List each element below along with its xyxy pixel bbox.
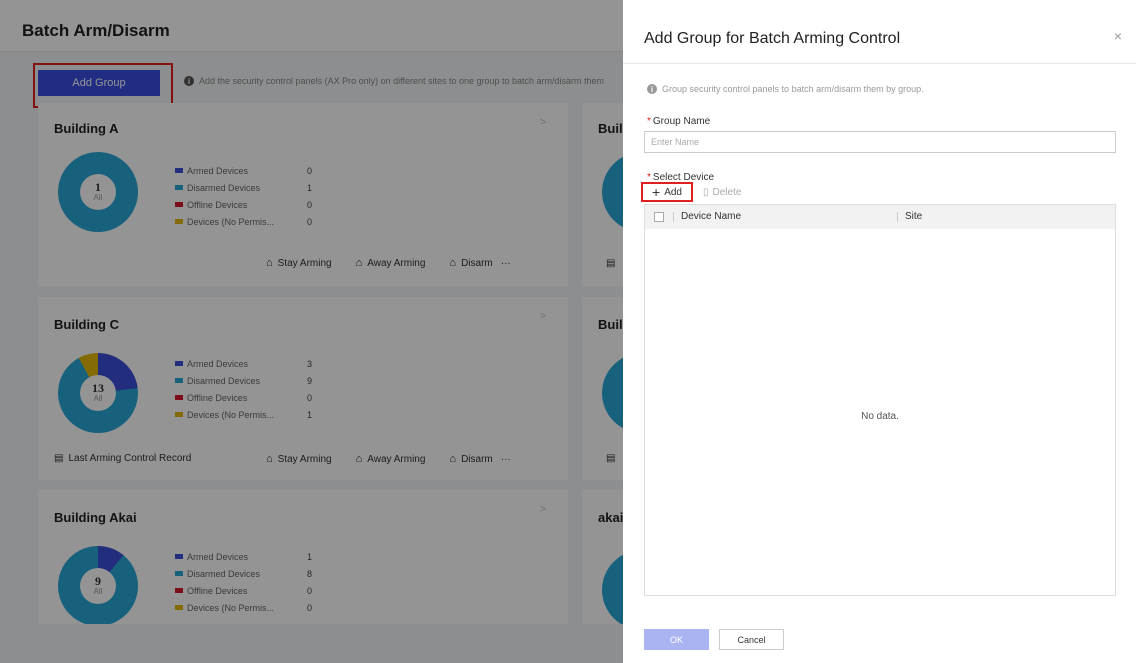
column-device-name[interactable]: Device Name [681,211,741,222]
modal-overlay[interactable] [0,0,623,663]
cancel-button[interactable]: Cancel [719,629,784,650]
ok-button[interactable]: OK [644,629,709,650]
column-separator [897,212,898,222]
group-name-label: * Group Name [647,116,710,127]
drawer-hint-text: Group security control panels to batch a… [662,84,924,94]
device-toolbar: + Add ▯ Delete [641,182,741,202]
delete-device-button[interactable]: ▯ Delete [703,187,741,198]
plus-icon: + [652,184,661,200]
add-device-label: Add [664,186,682,198]
add-group-drawer: Add Group for Batch Arming Control × i G… [623,0,1136,663]
table-header: Device Name Site [645,205,1115,229]
group-name-input[interactable] [644,131,1116,153]
select-all-checkbox[interactable] [654,212,664,222]
column-separator [673,212,674,222]
drawer-title: Add Group for Batch Arming Control [644,30,901,47]
group-name-label-text: Group Name [652,116,711,127]
trash-icon: ▯ [703,186,709,198]
delete-device-label: Delete [712,186,742,198]
required-mark: * [647,116,651,127]
info-icon: i [647,84,657,94]
device-table: Device Name Site No data. [644,204,1116,596]
empty-state: No data. [861,411,899,422]
column-site[interactable]: Site [905,211,922,222]
close-icon[interactable]: × [1114,28,1122,44]
drawer-hint: i Group security control panels to batch… [647,84,924,94]
add-device-button[interactable]: + Add [641,182,693,202]
divider [623,63,1136,64]
